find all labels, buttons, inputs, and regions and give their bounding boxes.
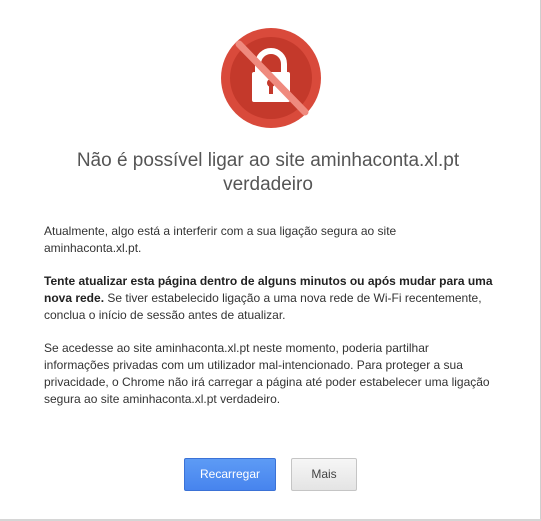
page-title: Não é possível ligar ao site aminhaconta…	[44, 149, 492, 197]
lock-blocked-icon	[221, 28, 321, 128]
error-page: Não é possível ligar ao site aminhaconta…	[0, 0, 541, 521]
paragraph-privacy: Se acedesse ao site aminhaconta.xl.pt ne…	[44, 341, 490, 406]
more-button[interactable]: Mais	[291, 458, 357, 491]
reload-button[interactable]: Recarregar	[184, 458, 276, 491]
paragraph-interference: Atualmente, algo está a interferir com a…	[44, 224, 397, 255]
retry-advice-rest: Se tiver estabelecido ligação a uma nova…	[44, 291, 482, 322]
title-line-2: verdadeiro	[223, 174, 313, 195]
title-line-1: Não é possível ligar ao site aminhaconta…	[76, 150, 460, 171]
error-description: Atualmente, algo está a interferir com a…	[44, 223, 496, 424]
paragraph-retry: Tente atualizar esta página dentro de al…	[44, 273, 496, 324]
